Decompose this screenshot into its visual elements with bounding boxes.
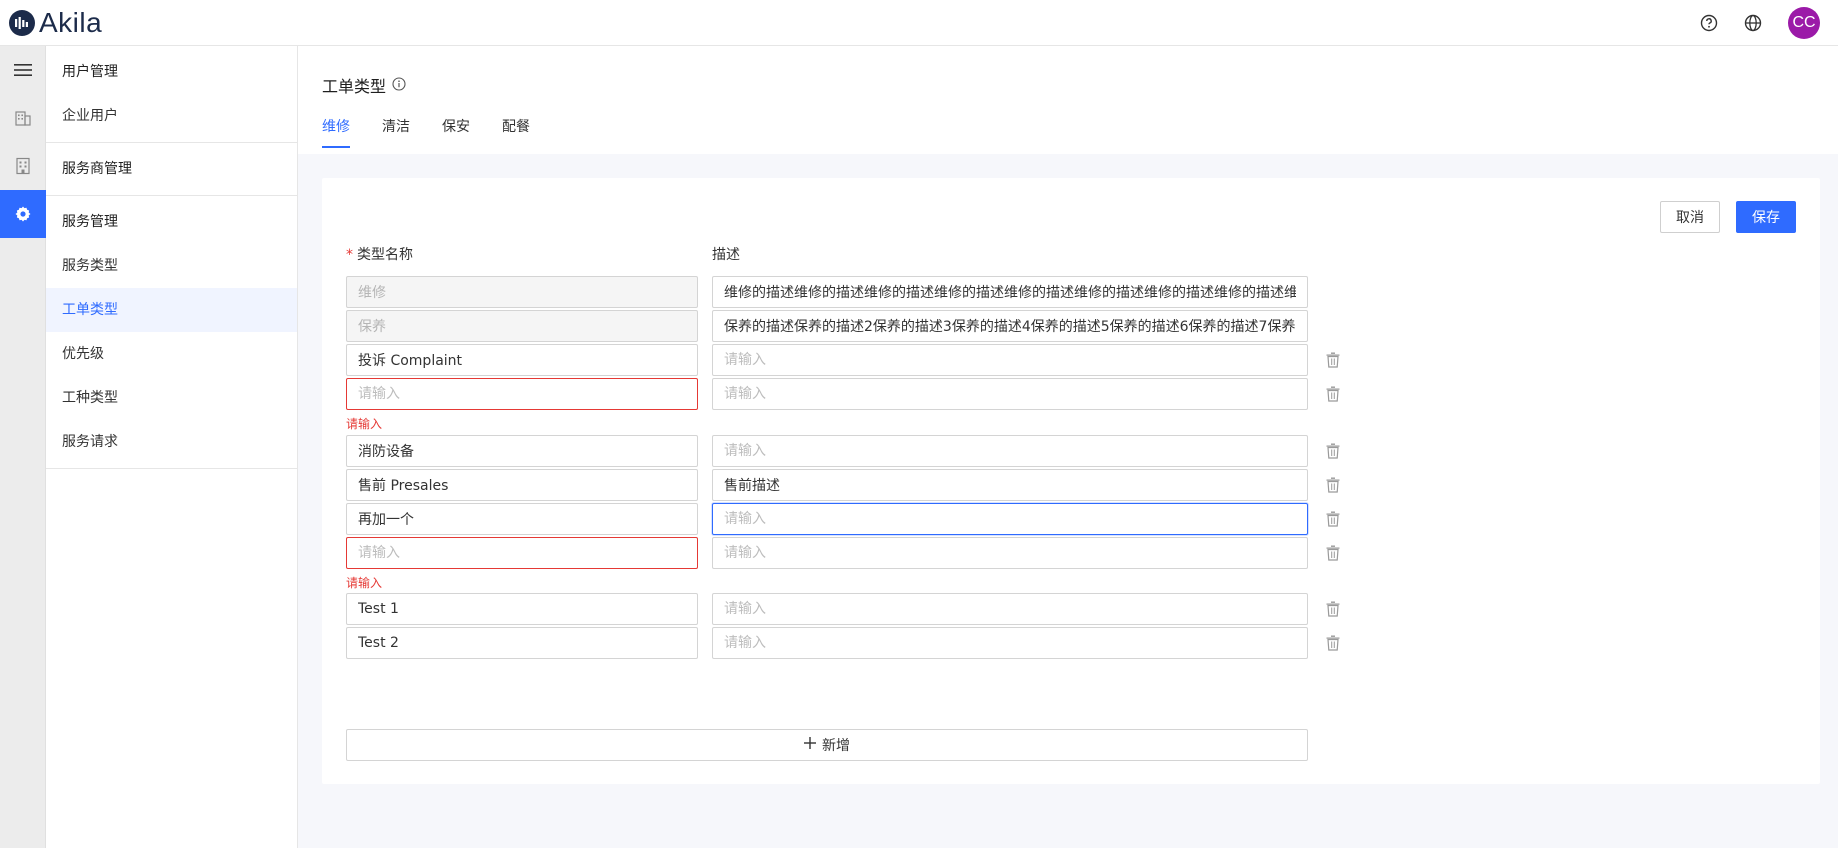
type-row — [346, 310, 1356, 342]
validation-error-text: 请输入 — [346, 576, 383, 590]
type-description-input[interactable] — [712, 378, 1308, 410]
app-name: Akila — [39, 6, 103, 38]
type-row — [346, 469, 1356, 501]
type-name-input[interactable] — [346, 503, 698, 535]
building-icon[interactable] — [0, 94, 46, 142]
logo[interactable]: Akila — [9, 7, 102, 39]
top-bar: Akila CC — [0, 0, 1838, 46]
avatar[interactable]: CC — [1788, 7, 1820, 39]
form-card: 取消 保存 *类型名称 描述 请输入请输入 新增 — [322, 178, 1820, 784]
sidebar-item-service-requests[interactable]: 服务请求 — [46, 420, 297, 464]
add-row-button[interactable]: 新增 — [346, 729, 1308, 761]
help-circle-icon[interactable] — [1698, 12, 1720, 34]
validation-error-text: 请输入 — [346, 417, 383, 431]
type-row — [346, 503, 1356, 535]
delete-row-icon[interactable] — [1323, 350, 1343, 370]
type-description-input[interactable] — [712, 276, 1308, 308]
type-name-input — [346, 276, 698, 308]
column-header-description: 描述 — [712, 247, 740, 263]
sidebar-item-work-types[interactable]: 工种类型 — [46, 376, 297, 420]
gear-icon[interactable] — [0, 190, 46, 238]
sidebar-item-ticket-types[interactable]: 工单类型 — [46, 288, 297, 332]
type-name-input[interactable] — [346, 469, 698, 501]
tab-cleaning[interactable]: 清洁 — [382, 116, 410, 148]
tab-security[interactable]: 保安 — [442, 116, 470, 148]
tab-catering[interactable]: 配餐 — [502, 116, 530, 148]
plus-icon — [804, 737, 816, 753]
type-name-input[interactable] — [346, 378, 698, 410]
document-building-icon[interactable] — [0, 142, 46, 190]
type-description-input[interactable] — [712, 503, 1308, 535]
page-header: 工单类型 维修 清洁 保安 配餐 — [298, 46, 1838, 154]
tab-repair[interactable]: 维修 — [322, 116, 350, 148]
page-title-text: 工单类型 — [322, 77, 387, 96]
required-mark: * — [346, 247, 353, 263]
type-description-input[interactable] — [712, 435, 1308, 467]
save-button[interactable]: 保存 — [1736, 201, 1796, 233]
type-description-input[interactable] — [712, 310, 1308, 342]
sidebar-group-head[interactable]: 服务商管理 — [46, 147, 297, 191]
type-row — [346, 537, 1356, 569]
icon-rail — [0, 46, 46, 848]
akila-logo-icon — [9, 9, 35, 36]
page-title: 工单类型 — [322, 73, 406, 97]
sidebar-group-head: 服务管理 — [62, 214, 118, 230]
type-name-input[interactable] — [346, 593, 698, 625]
sidebar-group-user: 用户管理 企业用户 — [46, 46, 297, 143]
sidebar-group-provider: 服务商管理 — [46, 143, 297, 196]
type-row — [346, 344, 1356, 376]
column-header-name: * 类型名称 — [346, 247, 413, 263]
type-description-input[interactable] — [712, 344, 1308, 376]
sidebar-item-service-types[interactable]: 服务类型 — [46, 244, 297, 288]
type-row — [346, 593, 1356, 625]
globe-icon[interactable] — [1742, 12, 1764, 34]
type-name-input — [346, 310, 698, 342]
sidebar-item-enterprise-users[interactable]: 企业用户 — [46, 94, 297, 138]
delete-row-icon[interactable] — [1323, 441, 1343, 461]
type-description-input[interactable] — [712, 537, 1308, 569]
menu-icon[interactable] — [0, 46, 46, 94]
sidebar-item-priority[interactable]: 优先级 — [46, 332, 297, 376]
delete-row-icon[interactable] — [1323, 384, 1343, 404]
type-description-input[interactable] — [712, 627, 1308, 659]
sidebar: 用户管理 企业用户 服务商管理 服务管理 服务类型 工单类型 优先级 工种类型 … — [46, 46, 298, 848]
type-row — [346, 627, 1356, 659]
type-description-input[interactable] — [712, 593, 1308, 625]
add-row-label: 新增 — [822, 738, 850, 754]
type-name-input[interactable] — [346, 627, 698, 659]
type-name-input[interactable] — [346, 344, 698, 376]
tab-bar: 维修 清洁 保安 配餐 — [322, 116, 562, 148]
type-row — [346, 435, 1356, 467]
type-name-input[interactable] — [346, 435, 698, 467]
type-row — [346, 378, 1356, 410]
delete-row-icon[interactable] — [1323, 475, 1343, 495]
cancel-button[interactable]: 取消 — [1660, 201, 1720, 233]
delete-row-icon[interactable] — [1323, 633, 1343, 653]
sidebar-group-head: 用户管理 — [62, 64, 118, 80]
delete-row-icon[interactable] — [1323, 543, 1343, 563]
delete-row-icon[interactable] — [1323, 599, 1343, 619]
type-row — [346, 276, 1356, 308]
info-icon[interactable] — [392, 76, 406, 95]
type-description-input[interactable] — [712, 469, 1308, 501]
sidebar-group-service: 服务管理 服务类型 工单类型 优先级 工种类型 服务请求 — [46, 196, 297, 469]
delete-row-icon[interactable] — [1323, 509, 1343, 529]
type-name-input[interactable] — [346, 537, 698, 569]
